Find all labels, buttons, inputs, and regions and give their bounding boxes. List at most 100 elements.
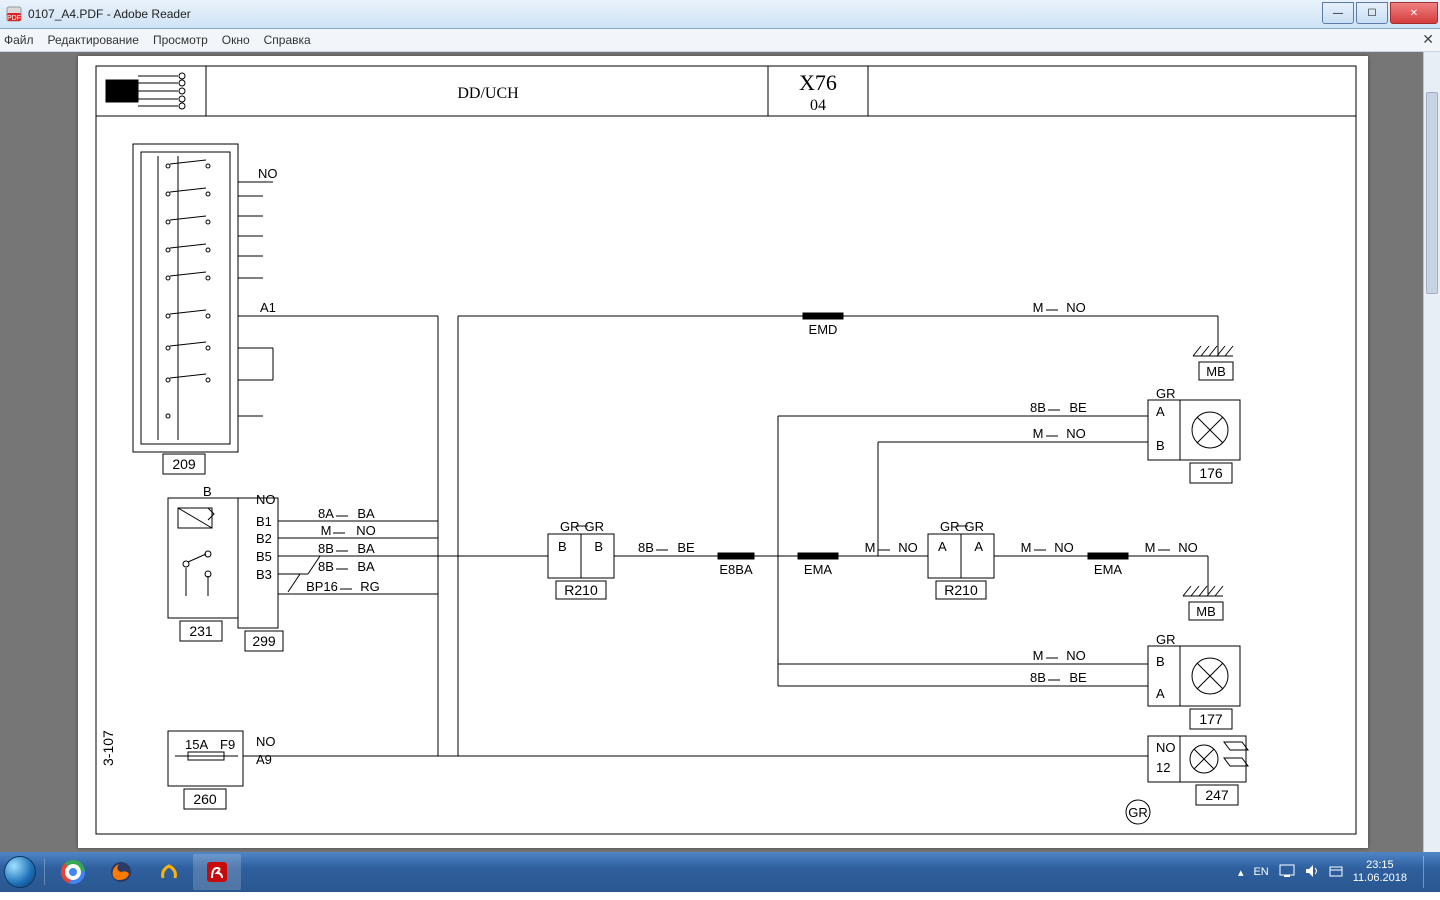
lbl-8b3: 8B — [638, 540, 654, 555]
maximize-button[interactable]: ☐ — [1356, 2, 1388, 24]
lbl-a9: A9 — [256, 752, 272, 767]
block-260: 260 — [193, 791, 217, 807]
taskbar-chrome[interactable] — [49, 854, 97, 890]
lbl-b2: B2 — [256, 531, 272, 546]
lbl-a-r210r2: A — [974, 539, 983, 554]
lbl-gr-177: GR — [1156, 632, 1176, 647]
svg-text:PDF: PDF — [7, 15, 21, 22]
lbl-8b5: 8B — [1030, 670, 1046, 685]
lbl-a-176: A — [1156, 404, 1165, 419]
lbl-gr-circle: GR — [1128, 805, 1148, 820]
lbl-m4: M — [865, 540, 876, 555]
block-209: 209 — [172, 456, 196, 472]
hdr-model-sub: 04 — [810, 97, 826, 114]
lbl-be1: BE — [677, 540, 695, 555]
lbl-rg: RG — [360, 579, 380, 594]
scrollbar-thumb[interactable] — [1426, 92, 1438, 294]
menubar: Файл Редактирование Просмотр Окно Справк… — [0, 29, 1440, 52]
lbl-b-177: B — [1156, 654, 1165, 669]
block-247: 247 — [1205, 787, 1229, 803]
menu-view[interactable]: Просмотр — [153, 33, 208, 47]
lbl-no-8: NO — [1054, 540, 1074, 555]
block-177: 177 — [1199, 711, 1223, 727]
tray-network-icon[interactable] — [1279, 864, 1295, 881]
menu-edit[interactable]: Редактирование — [48, 33, 139, 47]
lbl-b1: B1 — [256, 514, 272, 529]
lbl-no-5: NO — [1066, 300, 1086, 315]
lbl-gr2: GR — [585, 519, 605, 534]
show-desktop-button[interactable] — [1423, 856, 1432, 888]
hdr-center: DD/UCH — [457, 85, 519, 102]
lbl-no-10: NO — [1066, 648, 1086, 663]
taskbar: ▴ EN 23:15 11.06.2018 — [0, 852, 1440, 892]
lbl-a1: A1 — [260, 300, 276, 315]
system-tray: ▴ EN 23:15 11.06.2018 — [1238, 856, 1440, 888]
minimize-button[interactable]: — — [1322, 2, 1354, 24]
lbl-be2: BE — [1069, 400, 1087, 415]
lbl-emd: EMD — [809, 322, 838, 337]
block-mb1: MB — [1206, 364, 1226, 379]
lbl-b5: B5 — [256, 549, 272, 564]
lbl-m2: M — [1033, 300, 1044, 315]
tray-chevron-icon[interactable]: ▴ — [1238, 866, 1244, 879]
lbl-ema2: EMA — [1094, 562, 1123, 577]
lbl-8b4: 8B — [1030, 400, 1046, 415]
block-299: 299 — [252, 633, 276, 649]
lbl-bp16: BP16 — [306, 579, 338, 594]
tray-icon[interactable] — [1329, 864, 1343, 881]
tray-lang[interactable]: EN — [1253, 866, 1268, 878]
menu-help[interactable]: Справка — [264, 33, 311, 47]
tray-time: 23:15 — [1353, 859, 1407, 872]
lbl-no-1: NO — [258, 166, 278, 181]
lbl-b-r210l2: B — [594, 539, 603, 554]
lbl-ba2: BA — [357, 541, 375, 556]
lbl-no-11: NO — [1156, 740, 1176, 755]
tray-volume-icon[interactable] — [1305, 864, 1319, 881]
doc-close-icon[interactable]: ✕ — [1422, 31, 1434, 48]
lbl-m3: M — [1033, 426, 1044, 441]
lbl-8b1: 8B — [318, 541, 334, 556]
lbl-b3: B3 — [256, 567, 272, 582]
pdf-page: DD/UCH X76 04 3-107 — [78, 56, 1368, 848]
lbl-no-4: NO — [256, 734, 276, 749]
lbl-b: B — [203, 484, 212, 499]
lbl-b-r210l: B — [558, 539, 567, 554]
block-231: 231 — [189, 623, 213, 639]
block-r210b: R210 — [944, 582, 978, 598]
lbl-gr4: GR — [965, 519, 985, 534]
lbl-12: 12 — [1156, 760, 1170, 775]
wiring-diagram: DD/UCH X76 04 3-107 — [78, 56, 1368, 848]
lbl-be3: BE — [1069, 670, 1087, 685]
block-mb2: MB — [1196, 604, 1216, 619]
lbl-8b2: 8B — [318, 559, 334, 574]
pdf-icon: PDF — [6, 6, 22, 22]
lbl-m7: M — [1033, 648, 1044, 663]
lbl-no-3: NO — [356, 523, 376, 538]
taskbar-app[interactable] — [145, 854, 193, 890]
menu-file[interactable]: Файл — [4, 33, 34, 47]
lbl-b-176: B — [1156, 438, 1165, 453]
hdr-model: X76 — [799, 70, 837, 95]
lbl-no-7: NO — [898, 540, 918, 555]
titlebar: PDF 0107_A4.PDF - Adobe Reader — ☐ ✕ — [0, 0, 1440, 29]
lbl-m6: M — [1145, 540, 1156, 555]
close-button[interactable]: ✕ — [1390, 2, 1438, 24]
block-176: 176 — [1199, 465, 1223, 481]
lbl-fuse-f9: F9 — [220, 737, 235, 752]
lbl-gr-176: GR — [1156, 386, 1176, 401]
tray-clock[interactable]: 23:15 11.06.2018 — [1353, 859, 1407, 885]
lbl-fuse-15a: 15A — [185, 737, 208, 752]
lbl-m5: M — [1021, 540, 1032, 555]
lbl-a-177: A — [1156, 686, 1165, 701]
lbl-no-9: NO — [1178, 540, 1198, 555]
lbl-no-6: NO — [1066, 426, 1086, 441]
lbl-m1: M — [321, 523, 332, 538]
lbl-ba3: BA — [357, 559, 375, 574]
taskbar-adobe-reader[interactable] — [193, 854, 241, 890]
taskbar-firefox[interactable] — [97, 854, 145, 890]
vertical-scrollbar[interactable] — [1423, 52, 1440, 852]
lbl-no-2: NO — [256, 492, 276, 507]
menu-window[interactable]: Окно — [222, 33, 250, 47]
lbl-ema1: EMA — [804, 562, 833, 577]
start-button[interactable] — [0, 852, 40, 892]
